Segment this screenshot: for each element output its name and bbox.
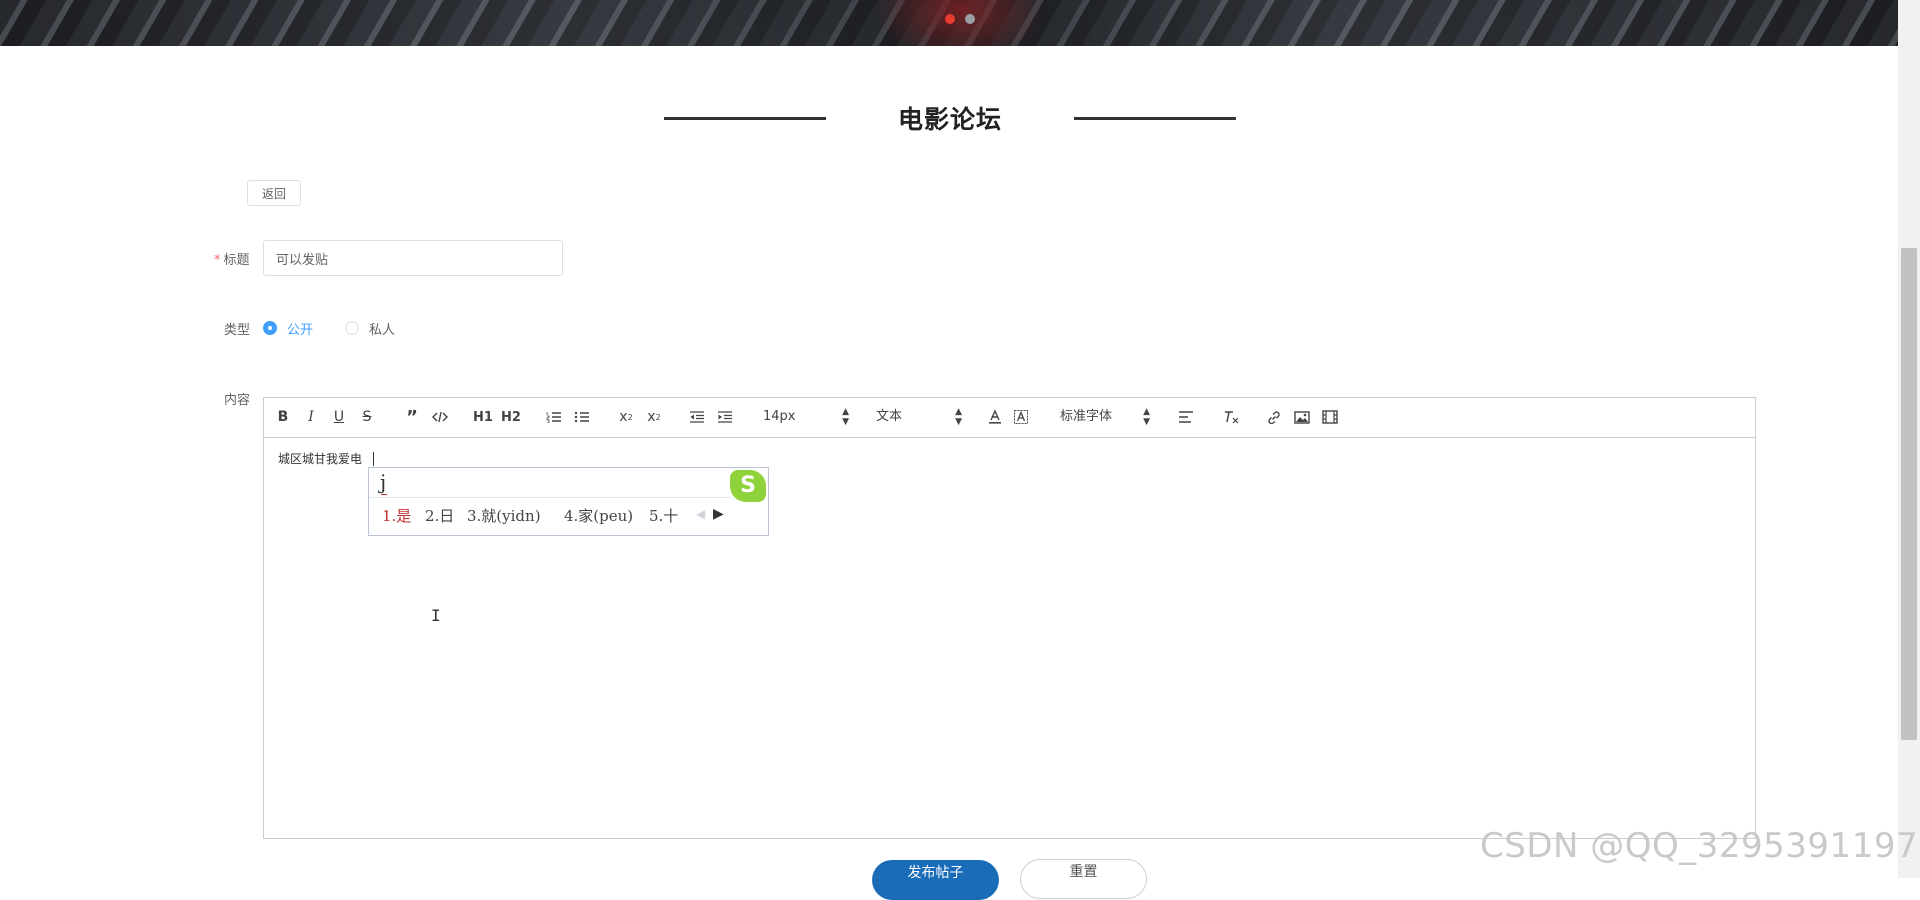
strike-button[interactable]: S: [359, 407, 375, 427]
carousel-dot-active[interactable]: [945, 14, 955, 24]
ime-candidate[interactable]: 1.是: [382, 505, 411, 526]
h1-label: H1: [473, 409, 493, 425]
title-input[interactable]: [263, 240, 563, 276]
ime-candidate[interactable]: 5.十: [649, 505, 678, 526]
background-color-icon[interactable]: [1012, 407, 1030, 427]
font-size-value: 14px: [763, 409, 796, 424]
ime-next-icon[interactable]: ▶: [713, 506, 724, 522]
font-size-select[interactable]: 14px ▲ ▼: [763, 407, 849, 427]
select-arrows-icon: ▲ ▼: [842, 407, 849, 427]
h2-label: H2: [501, 409, 521, 425]
scrollbar-thumb[interactable]: [1901, 248, 1917, 740]
h1-button[interactable]: H1: [473, 407, 493, 427]
clear-format-icon[interactable]: [1221, 407, 1241, 427]
carousel-dot[interactable]: [965, 14, 975, 24]
content-label: 内容: [224, 393, 251, 408]
radio-public[interactable]: [263, 321, 277, 335]
radio-private[interactable]: [345, 321, 359, 335]
reset-button[interactable]: 重置: [1020, 859, 1147, 899]
ordered-list-icon[interactable]: [545, 407, 563, 427]
h2-button[interactable]: H2: [501, 407, 521, 427]
title-label: * 标题: [214, 249, 250, 268]
ime-logo-icon: S: [730, 470, 766, 502]
ime-divider: [369, 497, 731, 498]
ime-prev-icon[interactable]: ◀: [696, 507, 705, 521]
rich-text-editor[interactable]: [263, 397, 1756, 839]
ime-candidate[interactable]: 4.家(peu): [564, 505, 633, 526]
bold-button[interactable]: B: [275, 407, 291, 427]
text-caret: [373, 452, 374, 466]
subscript-icon[interactable]: x2: [616, 407, 636, 427]
superscript-icon[interactable]: x2: [644, 407, 664, 427]
ime-composition-underline: [381, 494, 387, 495]
video-icon[interactable]: [1321, 407, 1339, 427]
image-icon[interactable]: [1293, 407, 1311, 427]
submit-button[interactable]: 发布帖子: [872, 860, 999, 900]
title-line-right: [1074, 117, 1236, 120]
title-label-text: 标题: [223, 253, 250, 268]
code-block-icon[interactable]: [431, 407, 449, 427]
indent-icon[interactable]: [716, 407, 734, 427]
ime-composition: j: [380, 470, 387, 494]
type-label: 类型: [224, 323, 251, 338]
blockquote-icon[interactable]: ”: [404, 407, 420, 428]
editor-toolbar: B I U S ” H1 H2 x2 x2 14px ▲ ▼ 文本 ▲ ▼ 标准字体 ▲ ▼: [263, 397, 1756, 438]
ime-candidate[interactable]: 2.日: [425, 505, 454, 526]
radio-private-label[interactable]: 私人: [369, 319, 395, 338]
required-mark: *: [214, 253, 221, 268]
watermark: CSDN @QQ_3295391197: [1480, 826, 1919, 866]
font-family-select[interactable]: 标准字体 ▲ ▼: [1060, 407, 1150, 427]
italic-button[interactable]: I: [303, 407, 319, 427]
back-button[interactable]: 返回: [247, 180, 301, 206]
select-arrows-icon: ▲ ▼: [955, 407, 962, 427]
outdent-icon[interactable]: [688, 407, 706, 427]
link-icon[interactable]: [1265, 407, 1283, 427]
align-icon[interactable]: [1177, 407, 1195, 427]
header-select-value: 文本: [876, 409, 903, 424]
header-select[interactable]: 文本 ▲ ▼: [876, 407, 962, 427]
font-family-value: 标准字体: [1060, 409, 1113, 424]
bullet-list-icon[interactable]: [573, 407, 591, 427]
ime-candidate[interactable]: 3.就(yidn): [467, 505, 541, 526]
editor-content: 城区城甘我爱电: [278, 452, 363, 466]
page-title: 电影论坛: [897, 105, 1002, 134]
underline-button[interactable]: U: [331, 407, 347, 427]
title-line-left: [664, 117, 826, 120]
radio-public-label[interactable]: 公开: [287, 319, 313, 338]
i-beam-cursor-icon: I: [431, 606, 441, 625]
select-arrows-icon: ▲ ▼: [1143, 407, 1150, 427]
font-color-icon[interactable]: [986, 407, 1004, 427]
